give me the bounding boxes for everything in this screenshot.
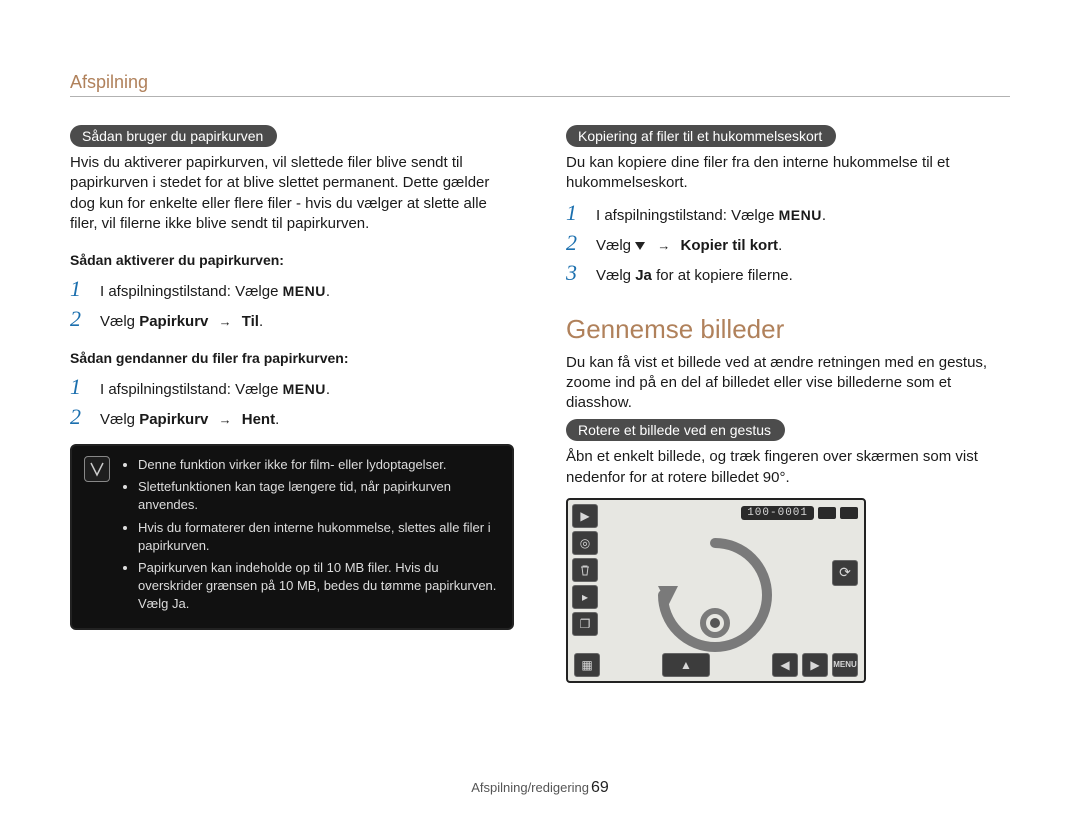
note-item: Hvis du formaterer den interne hukommels…	[138, 519, 500, 555]
page-number: 69	[591, 779, 609, 796]
step-row: 2 Vælg Papirkurv → Hent.	[70, 404, 514, 430]
step-text: I afspilningstilstand: Vælge MENU.	[100, 283, 330, 300]
menu-icon-label: MENU	[283, 283, 326, 299]
note-item: Papirkurven kan indeholde op til 10 MB ﬁ…	[138, 559, 500, 614]
heading-rotate-gesture: Rotere et billede ved en gestus	[566, 419, 785, 441]
copy-icon[interactable]: ❐	[572, 612, 598, 636]
left-column: Sådan bruger du papirkurven Hvis du akti…	[70, 125, 514, 683]
step-text: Vælg Papirkurv → Til.	[100, 313, 263, 330]
next-icon[interactable]: ▶	[802, 653, 828, 677]
two-columns: Sådan bruger du papirkurven Hvis du akti…	[70, 125, 1010, 683]
right-column: Kopiering af ﬁler til et hukommelseskort…	[566, 125, 1010, 683]
note-list: Denne funktion virker ikke for film- ell…	[120, 456, 500, 618]
menu-button[interactable]: MENU	[832, 653, 858, 677]
note-item: Denne funktion virker ikke for film- ell…	[138, 456, 500, 474]
step-text: Vælg Papirkurv → Hent.	[100, 411, 279, 428]
step-row: 3 Vælg Ja for at kopiere ﬁlerne.	[566, 260, 1010, 286]
step-row: 2 Vælg Papirkurv → Til.	[70, 306, 514, 332]
recycle-intro: Hvis du aktiverer papirkurven, vil slett…	[70, 153, 514, 234]
play-icon[interactable]: ▶	[572, 504, 598, 528]
section-browse-images: Gennemse billeder	[566, 314, 1010, 345]
note-icon	[84, 456, 110, 482]
arrow-right-icon: →	[219, 412, 232, 427]
browse-intro: Du kan få vist et billede ved at ændre r…	[566, 353, 1010, 414]
step-number: 3	[566, 260, 586, 286]
step-row: 2 Vælg → Kopier til kort.	[566, 230, 1010, 256]
section-header: Afspilning	[70, 72, 1010, 97]
step-number: 2	[566, 230, 586, 256]
note-box: Denne funktion virker ikke for film- ell…	[70, 444, 514, 630]
step-row: 1 I afspilningstilstand: Vælge MENU.	[70, 374, 514, 400]
arrow-right-icon: →	[219, 314, 232, 329]
heading-recycle-bin: Sådan bruger du papirkurven	[70, 125, 277, 147]
arrow-right-icon: →	[657, 238, 670, 253]
copy-intro: Du kan kopiere dine ﬁler fra den interne…	[566, 153, 1010, 194]
heading-copy-card: Kopiering af ﬁler til et hukommelseskort	[566, 125, 836, 147]
cam-top-bar: 100-0001	[741, 506, 858, 520]
rotate-gesture-graphic	[640, 528, 790, 658]
image-counter: 100-0001	[741, 506, 814, 520]
step-number: 2	[70, 404, 90, 430]
subhead-activate: Sådan aktiverer du papirkurven:	[70, 252, 514, 268]
cam-left-toolbar: ▶ ◎ ▸ ❐	[572, 504, 602, 677]
cam-bottom-bar: ▦ ▲ ◀ ▶ MENU	[574, 653, 858, 677]
step-number: 2	[70, 306, 90, 332]
trash-icon[interactable]	[572, 558, 598, 582]
prev-icon[interactable]: ◀	[772, 653, 798, 677]
rotate-icon[interactable]: ⟳	[832, 560, 858, 586]
card-icon	[818, 507, 836, 519]
menu-icon-label: MENU	[283, 381, 326, 397]
grid-icon[interactable]: ▦	[574, 653, 600, 677]
step-row: 1 I afspilningstilstand: Vælge MENU.	[566, 200, 1010, 226]
battery-icon	[840, 507, 858, 519]
down-arrow-icon	[635, 237, 647, 254]
note-item: Slettefunktionen kan tage længere tid, n…	[138, 478, 500, 514]
step-row: 1 I afspilningstilstand: Vælge MENU.	[70, 276, 514, 302]
page-footer: Afspilning/redigering69	[0, 779, 1080, 797]
step-text: I afspilningstilstand: Vælge MENU.	[596, 207, 826, 224]
step-text: I afspilningstilstand: Vælge MENU.	[100, 381, 330, 398]
step-text: Vælg Ja for at kopiere ﬁlerne.	[596, 267, 793, 284]
camera-screenshot: ▶ ◎ ▸ ❐ 100-0001 ⟳	[566, 498, 866, 683]
rotate-intro: Åbn et enkelt billede, og træk ﬁngeren o…	[566, 447, 1010, 488]
footer-label: Afspilning/redigering	[471, 780, 589, 795]
slideshow-icon[interactable]: ▸	[572, 585, 598, 609]
step-number: 1	[70, 374, 90, 400]
menu-icon-label: MENU	[779, 207, 822, 223]
step-number: 1	[70, 276, 90, 302]
step-number: 1	[566, 200, 586, 226]
manual-page: Afspilning Sådan bruger du papirkurven H…	[0, 0, 1080, 713]
up-icon[interactable]: ▲	[662, 653, 710, 677]
step-text: Vælg → Kopier til kort.	[596, 237, 782, 254]
target-icon[interactable]: ◎	[572, 531, 598, 555]
subhead-restore: Sådan gendanner du ﬁler fra papirkurven:	[70, 350, 514, 366]
